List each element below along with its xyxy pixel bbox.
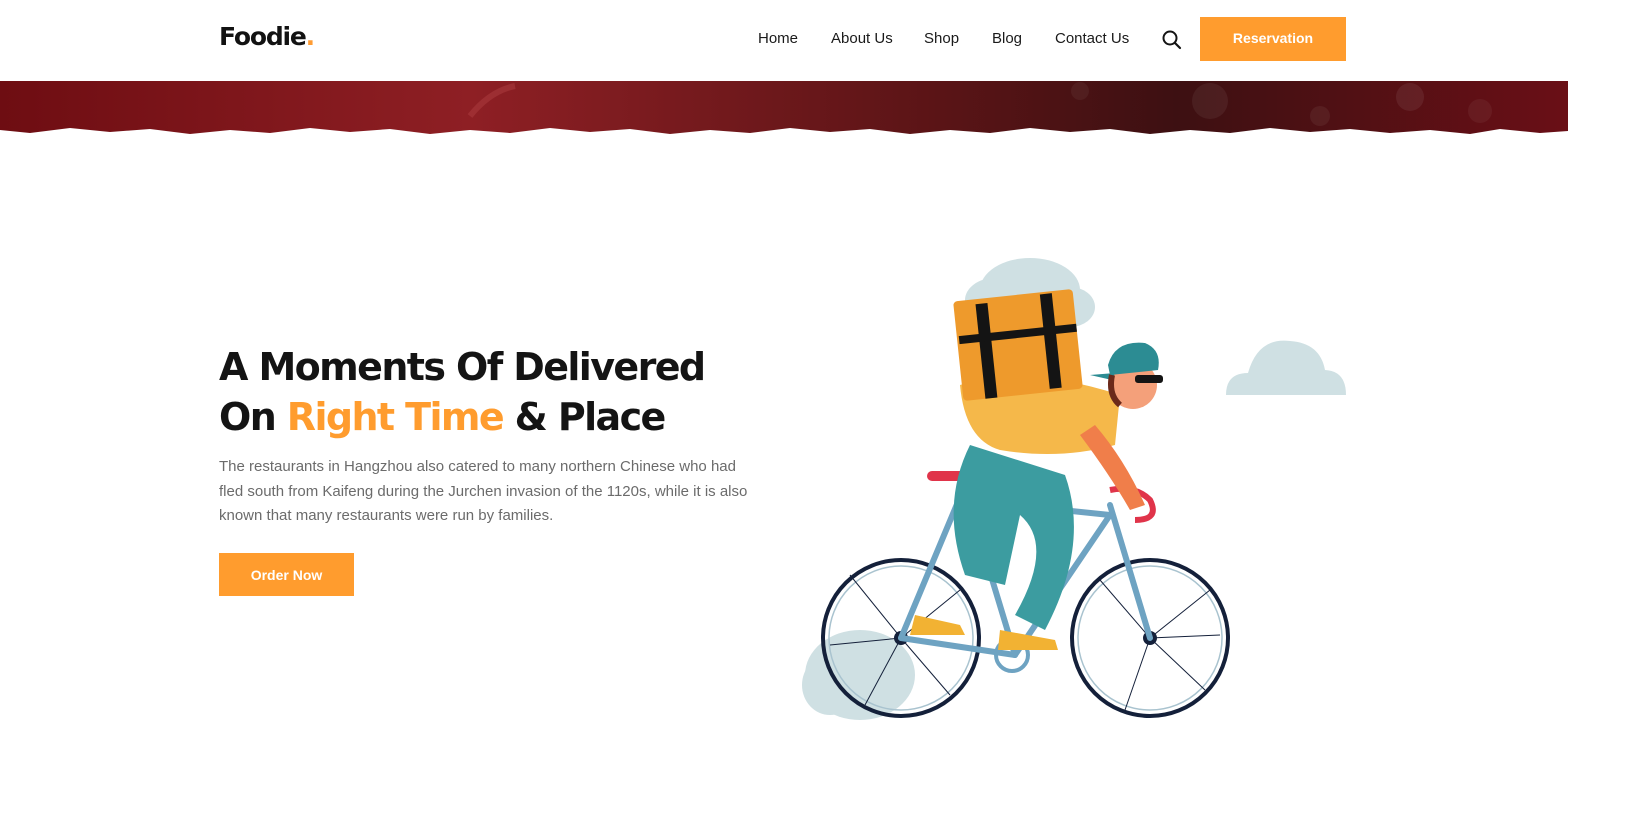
delivery-backpack xyxy=(953,289,1083,401)
hero-title-line2-prefix: On xyxy=(219,395,287,439)
nav-item-about-us[interactable]: About Us xyxy=(831,30,893,47)
nav-item-blog[interactable]: Blog xyxy=(992,30,1022,47)
hero-title-line2-suffix: & Place xyxy=(503,395,667,439)
nav-item-shop[interactable]: Shop xyxy=(924,30,959,47)
site-header: Foodie. Home About Us Shop Blog Contact … xyxy=(0,0,1568,81)
hero-description: The restaurants in Hangzhou also catered… xyxy=(219,458,748,524)
delivery-cyclist-illustration xyxy=(802,258,1346,720)
hero-banner-strip xyxy=(0,81,1568,134)
hero-title-line1: A Moments Of Delivered xyxy=(219,345,706,389)
search-icon xyxy=(1162,30,1182,50)
hero-title-accent: Right Time xyxy=(286,395,505,439)
reservation-button[interactable]: Reservation xyxy=(1200,17,1346,61)
brand-logo[interactable]: Foodie. xyxy=(219,22,316,51)
nav-item-home[interactable]: Home xyxy=(758,30,798,47)
brand-dot: . xyxy=(305,22,316,51)
brand-name: Foodie xyxy=(219,22,307,51)
cloud-right xyxy=(1226,340,1346,395)
search-button[interactable] xyxy=(1160,28,1184,52)
nav-item-contact-us[interactable]: Contact Us xyxy=(1055,30,1129,47)
hero-title: A Moments Of Delivered On Right Time & P… xyxy=(219,342,706,442)
order-now-button[interactable]: Order Now xyxy=(219,553,354,596)
